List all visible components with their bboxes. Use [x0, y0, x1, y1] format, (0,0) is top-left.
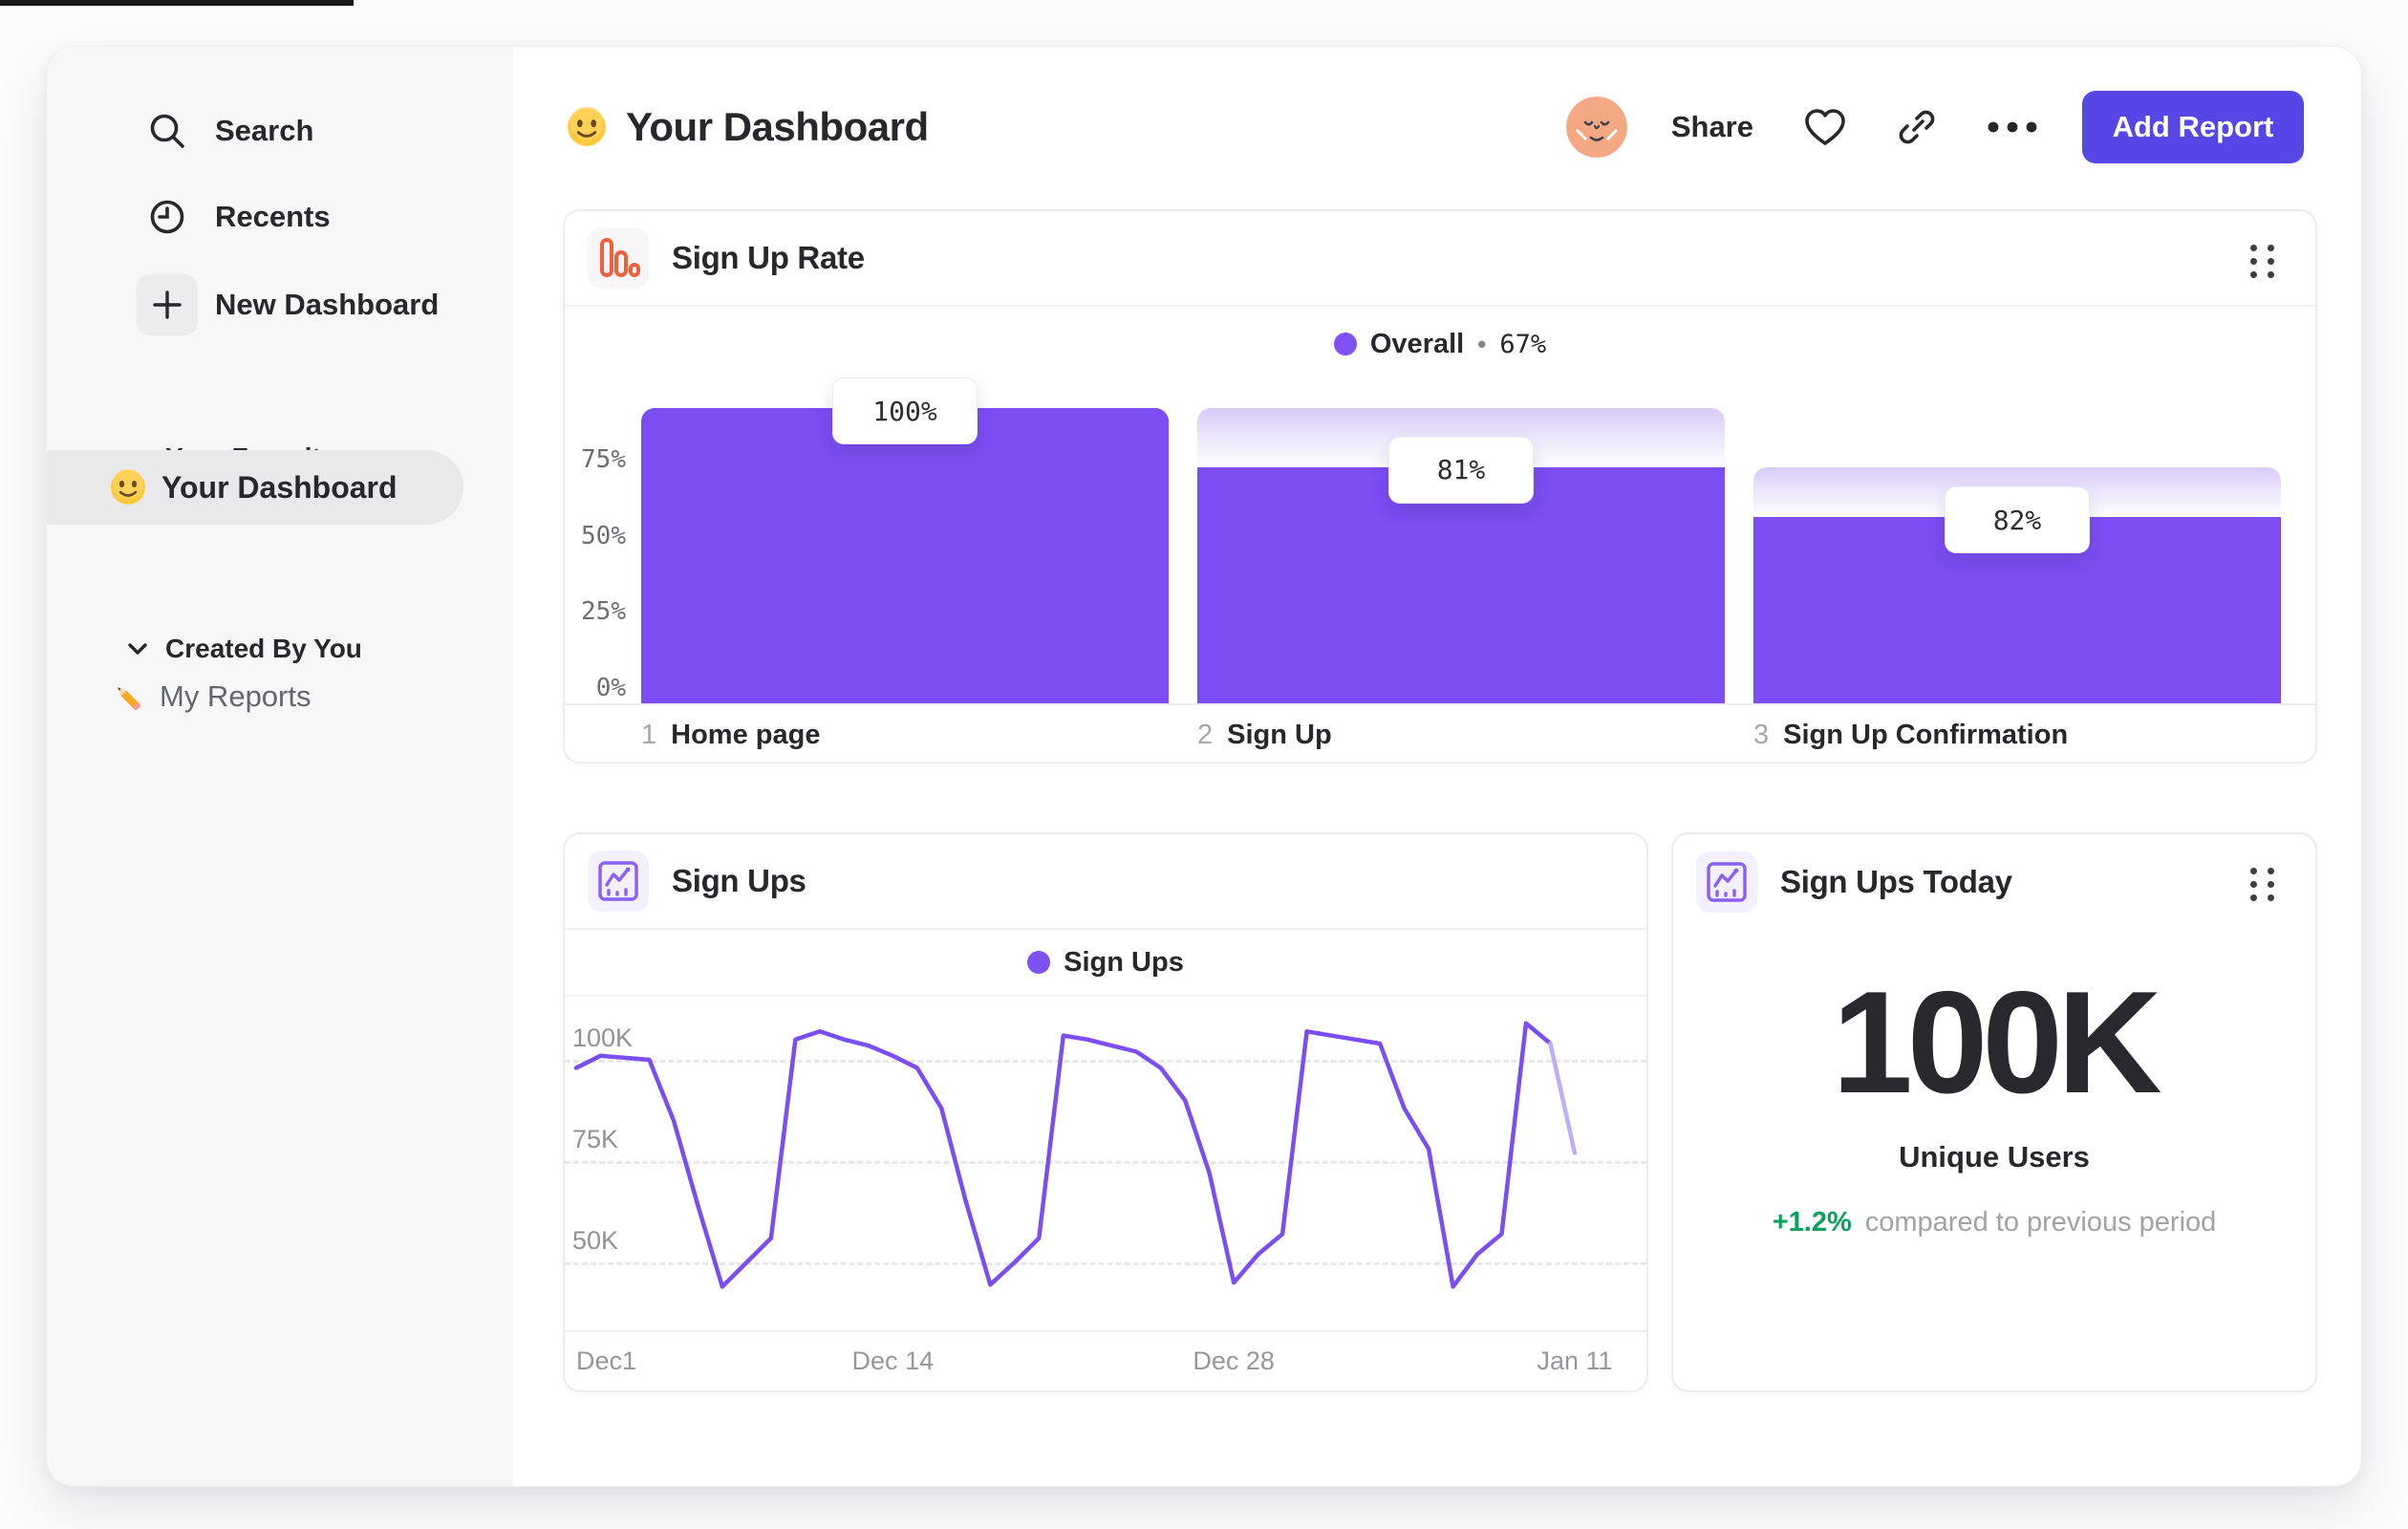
- funnel-step-bar[interactable]: 81% 2 Sign Up: [1197, 381, 1725, 764]
- smiley-emoji: [567, 107, 607, 147]
- legend-label: Sign Ups: [1064, 946, 1184, 978]
- chevron-down-icon: [127, 642, 148, 656]
- x-axis-tick: Dec1: [576, 1346, 637, 1375]
- sidebar-item-label: My Reports: [160, 679, 312, 713]
- kpi-label: Unique Users: [1899, 1140, 2090, 1174]
- user-avatar[interactable]: [1565, 97, 1627, 158]
- legend-separator: •: [1477, 329, 1487, 358]
- funnel-step-label: 3 Sign Up Confirmation: [1753, 720, 2069, 750]
- funnel-chart-icon: [588, 227, 649, 289]
- plus-icon: [137, 274, 198, 335]
- kpi-delta-note: compared to previous period: [1864, 1207, 2217, 1238]
- sidebar-item-label: Your Dashboard: [161, 469, 398, 505]
- pencil-emoji: [108, 678, 146, 716]
- drag-handle-icon[interactable]: [2243, 240, 2281, 282]
- sidebar-item-label: Recents: [215, 200, 331, 233]
- x-axis-baseline: [565, 703, 2315, 705]
- legend-value: 67%: [1499, 329, 1547, 359]
- line-series: [573, 1021, 1578, 1289]
- kpi-delta-value: +1.2%: [1772, 1207, 1852, 1238]
- y-axis-tick: 50%: [581, 521, 626, 550]
- page-title: Your Dashboard: [626, 104, 929, 149]
- y-axis-tick: 75%: [581, 445, 626, 474]
- favorite-heart-icon[interactable]: [1803, 107, 1847, 147]
- sidebar-item-label: Search: [215, 114, 314, 147]
- sidebar-item-recents[interactable]: Recents: [47, 186, 513, 248]
- card-title: Sign Up Rate: [672, 240, 865, 275]
- share-button[interactable]: Share: [1671, 110, 1753, 144]
- legend-dot: [1333, 333, 1357, 355]
- funnel-fill: [641, 408, 1169, 703]
- sidebar: Search Recents New Dashboard Your Dashbo…: [47, 47, 513, 1486]
- sign-ups-today-card: Sign Ups Today 100K Unique Users +1.2% c…: [1671, 832, 2317, 1392]
- line-chart-icon: [588, 851, 649, 912]
- smiley-emoji: [110, 469, 146, 506]
- search-icon: [137, 100, 198, 162]
- y-axis-tick: 25%: [581, 597, 626, 626]
- browser-edge-strip: [0, 0, 354, 6]
- y-axis-tick: 0%: [595, 673, 626, 702]
- sidebar-item-your-dashboard-selected[interactable]: Your Dashboard: [47, 450, 463, 525]
- funnel-step-bar[interactable]: 82% 3 Sign Up Confirmation: [1753, 381, 2281, 764]
- line-chart-icon: [1696, 851, 1757, 913]
- card-title: Sign Ups Today: [1780, 864, 2012, 899]
- kpi-body: 100K Unique Users +1.2% compared to prev…: [1673, 930, 2315, 1238]
- sign-ups-card: Sign Ups Sign Ups 100K 75K 50K Dec1 Dec …: [563, 832, 1648, 1392]
- card-header: Sign Up Rate: [565, 211, 2315, 307]
- funnel-value-tooltip: 100%: [832, 377, 978, 444]
- dashboard-header: Your Dashboard Share Add Report: [513, 87, 2361, 167]
- kpi-value: 100K: [1832, 961, 2161, 1124]
- funnel-value-tooltip: 81%: [1388, 436, 1534, 504]
- funnel-step-bar[interactable]: 100% 1 Home page: [641, 377, 1169, 764]
- funnel-chart: 75% 50% 25% 0% 100% 1 Home page 81% 2 Si…: [565, 377, 2315, 764]
- legend-dot: [1027, 951, 1051, 974]
- sidebar-item-label: New Dashboard: [215, 288, 440, 321]
- card-header: Sign Ups: [565, 834, 1646, 930]
- kpi-delta-row: +1.2% compared to previous period: [1773, 1207, 2217, 1238]
- clock-icon: [137, 186, 198, 248]
- header-actions: Share Add Report: [1565, 91, 2304, 163]
- funnel-value-tooltip: 82%: [1945, 486, 2090, 554]
- sidebar-section-label: Created By You: [165, 634, 362, 663]
- sign-up-rate-card: Sign Up Rate Overall • 67% 75% 50% 25% 0…: [563, 209, 2317, 764]
- more-options-icon[interactable]: [1987, 120, 2038, 134]
- add-report-button[interactable]: Add Report: [2082, 91, 2304, 163]
- card-title: Sign Ups: [672, 863, 806, 898]
- card-header: Sign Ups Today: [1673, 834, 2315, 930]
- sidebar-item-new-dashboard[interactable]: New Dashboard: [47, 272, 513, 337]
- line-legend: Sign Ups: [565, 930, 1646, 997]
- x-axis-labels: Dec1 Dec 14 Dec 28 Jan 11: [565, 1346, 1646, 1385]
- funnel-step-label: 2 Sign Up: [1197, 720, 1332, 750]
- drag-handle-icon[interactable]: [2243, 863, 2281, 905]
- sidebar-item-search[interactable]: Search: [47, 100, 513, 162]
- line-chart: 100K 75K 50K Dec1 Dec 14 Dec 28 Jan 11: [565, 1004, 1646, 1387]
- x-axis-tick: Dec 14: [851, 1346, 935, 1375]
- x-axis-tick: Dec 28: [1193, 1346, 1275, 1375]
- copy-link-icon[interactable]: [1897, 107, 1937, 147]
- legend-label: Overall: [1369, 328, 1465, 359]
- funnel-legend: Overall • 67%: [565, 307, 2315, 381]
- sidebar-item-my-reports[interactable]: My Reports: [47, 666, 513, 727]
- app-window: Search Recents New Dashboard Your Dashbo…: [46, 46, 2362, 1487]
- x-axis-tick: Jan 11: [1537, 1346, 1613, 1375]
- x-axis-baseline: [565, 1330, 1646, 1332]
- funnel-step-label: 1 Home page: [641, 720, 821, 750]
